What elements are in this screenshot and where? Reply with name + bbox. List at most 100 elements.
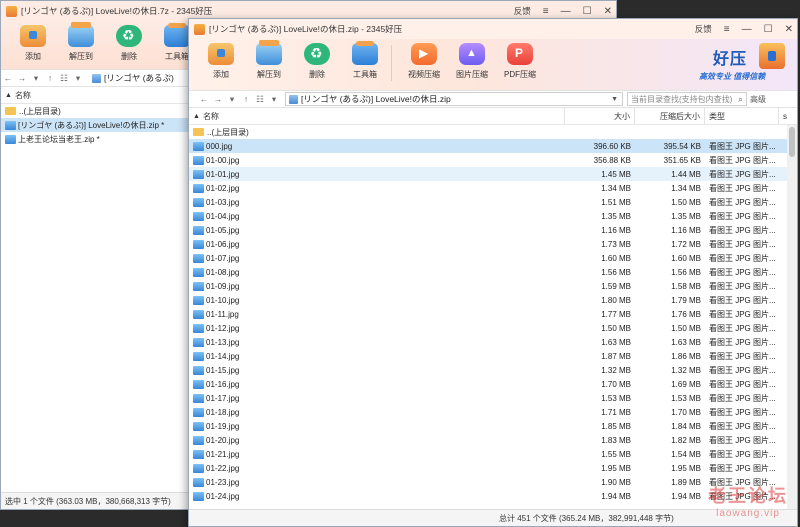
file-size: 1.16 MB xyxy=(601,225,631,235)
delete-button[interactable]: 删除 xyxy=(105,21,153,62)
table-row[interactable]: 01-09.jpg 1.59 MB 1.58 MB 看图王 JPG 图片... xyxy=(189,279,797,293)
jpg-file-icon xyxy=(193,169,204,179)
table-row[interactable]: 01-24.jpg 1.94 MB 1.94 MB 看图王 JPG 图片... xyxy=(189,489,797,503)
menu-icon[interactable]: ≡ xyxy=(543,6,549,17)
extract-button[interactable]: 解压到 xyxy=(245,39,293,80)
table-row[interactable]: 01-19.jpg 1.85 MB 1.84 MB 看图王 JPG 图片... xyxy=(189,419,797,433)
brand-logo: 好压 高效专业 值得信赖 xyxy=(699,43,787,85)
table-row[interactable]: 01-22.jpg 1.95 MB 1.95 MB 看图王 JPG 图片... xyxy=(189,461,797,475)
overflow-column-header[interactable]: s xyxy=(779,108,791,124)
table-row[interactable]: 01-12.jpg 1.50 MB 1.50 MB 看图王 JPG 图片... xyxy=(189,321,797,335)
jpg-file-icon xyxy=(193,183,204,193)
name-column-header[interactable]: ▲ 名称 xyxy=(189,108,565,124)
toolbox-icon xyxy=(164,23,190,47)
file-name: 01-22.jpg xyxy=(206,463,240,473)
table-row[interactable]: 000.jpg 396.60 KB 395.54 KB 看图王 JPG 图片... xyxy=(189,139,797,153)
file-size: 1.50 MB xyxy=(601,323,631,333)
close-icon[interactable]: ✕ xyxy=(604,6,612,17)
table-row[interactable]: 01-23.jpg 1.90 MB 1.89 MB 看图王 JPG 图片... xyxy=(189,475,797,489)
vertical-scrollbar[interactable] xyxy=(787,125,797,510)
file-compressed-size: 1.94 MB xyxy=(671,491,701,501)
type-column-header[interactable]: 类型 xyxy=(705,108,779,124)
minimize-icon[interactable]: — xyxy=(742,24,752,35)
back-window-title: [リンゴヤ (あるぷ)] LoveLive!の休日.7z - 2345好压 xyxy=(21,6,213,16)
file-name: 01-21.jpg xyxy=(206,449,240,459)
forward-arrow-icon[interactable]: → xyxy=(15,73,29,83)
extract-button[interactable]: 解压到 xyxy=(57,21,105,62)
maximize-icon[interactable]: ☐ xyxy=(764,24,773,35)
table-row[interactable]: 01-18.jpg 1.71 MB 1.70 MB 看图王 JPG 图片... xyxy=(189,405,797,419)
table-row[interactable]: 01-04.jpg 1.35 MB 1.35 MB 看图王 JPG 图片... xyxy=(189,209,797,223)
name-column-header[interactable]: ▲ 名称 xyxy=(1,87,187,103)
file-name: 01-07.jpg xyxy=(206,253,240,263)
maximize-icon[interactable]: ☐ xyxy=(583,6,592,17)
table-row[interactable]: 01-16.jpg 1.70 MB 1.69 MB 看图王 JPG 图片... xyxy=(189,377,797,391)
menu-icon[interactable]: ≡ xyxy=(724,24,730,35)
feedback-button[interactable]: 反馈 xyxy=(695,23,712,35)
view-dropdown-icon[interactable]: ▾ xyxy=(267,94,281,105)
file-name: 01-06.jpg xyxy=(206,239,240,249)
up-arrow-icon[interactable]: ↑ xyxy=(43,73,57,83)
table-row[interactable]: 01-17.jpg 1.53 MB 1.53 MB 看图王 JPG 图片... xyxy=(189,391,797,405)
table-row[interactable]: 01-07.jpg 1.60 MB 1.60 MB 看图王 JPG 图片... xyxy=(189,251,797,265)
file-name: 01-18.jpg xyxy=(206,407,240,417)
file-name: 01-08.jpg xyxy=(206,267,240,277)
compressed-size-column-header[interactable]: 压缩后大小 xyxy=(635,108,705,124)
toolbox-button[interactable]: 工具箱 xyxy=(341,39,389,80)
minimize-icon[interactable]: — xyxy=(561,6,571,17)
jpg-file-icon xyxy=(193,141,204,151)
delete-button[interactable]: 删除 xyxy=(293,39,341,80)
file-name: 01-13.jpg xyxy=(206,337,240,347)
table-row[interactable]: 01-20.jpg 1.83 MB 1.82 MB 看图王 JPG 图片... xyxy=(189,433,797,447)
feedback-button[interactable]: 反馈 xyxy=(514,5,531,17)
table-row[interactable]: 01-01.jpg 1.45 MB 1.44 MB 看图王 JPG 图片... xyxy=(189,167,797,181)
close-icon[interactable]: ✕ xyxy=(785,24,793,35)
table-row[interactable]: 01-08.jpg 1.56 MB 1.56 MB 看图王 JPG 图片... xyxy=(189,265,797,279)
jpg-file-icon xyxy=(193,407,204,417)
table-row[interactable]: 01-21.jpg 1.55 MB 1.54 MB 看图王 JPG 图片... xyxy=(189,447,797,461)
table-row[interactable]: 01-13.jpg 1.63 MB 1.63 MB 看图王 JPG 图片... xyxy=(189,335,797,349)
table-row[interactable]: 01-15.jpg 1.32 MB 1.32 MB 看图王 JPG 图片... xyxy=(189,363,797,377)
pdf-compress-button[interactable]: PDF压缩 xyxy=(496,39,544,80)
size-column-header[interactable]: 大小 xyxy=(565,108,635,124)
add-button[interactable]: 添加 xyxy=(9,21,57,62)
file-size: 1.83 MB xyxy=(601,435,631,445)
file-name: 01-12.jpg xyxy=(206,323,240,333)
file-name: 01-11.jpg xyxy=(206,309,239,319)
up-arrow-icon[interactable]: ↑ xyxy=(239,94,253,104)
view-mode-icon[interactable]: ☷ xyxy=(253,94,267,105)
table-row[interactable]: 01-14.jpg 1.87 MB 1.86 MB 看图王 JPG 图片... xyxy=(189,349,797,363)
add-button[interactable]: 添加 xyxy=(197,39,245,80)
file-size: 1.59 MB xyxy=(601,281,631,291)
history-dropdown-icon[interactable]: ▾ xyxy=(225,94,239,105)
table-row[interactable]: 01-11.jpg 1.77 MB 1.76 MB 看图王 JPG 图片... xyxy=(189,307,797,321)
table-row[interactable]: 01-03.jpg 1.51 MB 1.50 MB 看图王 JPG 图片... xyxy=(189,195,797,209)
image-compress-button[interactable]: 图片压缩 xyxy=(448,39,496,80)
table-row[interactable]: 01-05.jpg 1.16 MB 1.16 MB 看图王 JPG 图片... xyxy=(189,223,797,237)
dropdown-icon[interactable]: ▾ xyxy=(29,73,43,84)
back-arrow-icon[interactable]: ← xyxy=(1,73,15,83)
table-row[interactable]: 01-06.jpg 1.73 MB 1.72 MB 看图王 JPG 图片... xyxy=(189,237,797,251)
path-dropdown-icon[interactable]: ▼ xyxy=(611,96,618,103)
back-arrow-icon[interactable]: ← xyxy=(197,94,211,104)
forward-arrow-icon[interactable]: → xyxy=(211,94,225,104)
file-type: 看图王 JPG 图片... xyxy=(709,449,776,459)
file-type: 看图王 JPG 图片... xyxy=(709,169,776,179)
view-mode-icon[interactable]: ☷ xyxy=(57,73,71,84)
search-icon[interactable]: ⌕ xyxy=(738,94,743,105)
scrollbar-thumb[interactable] xyxy=(789,127,795,157)
table-row[interactable]: 01-00.jpg 356.88 KB 351.65 KB 看图王 JPG 图片... xyxy=(189,153,797,167)
search-input[interactable]: 当前目录查找(支持包内查找) ⌕ xyxy=(627,92,747,106)
path-field[interactable]: [リンゴヤ (あるぷ)] LoveLive!の休日.zip ▼ xyxy=(285,92,623,106)
file-size: 1.60 MB xyxy=(601,253,631,263)
file-type: 看图王 JPG 图片... xyxy=(709,211,776,221)
view-dropdown-icon[interactable]: ▾ xyxy=(71,73,85,84)
table-row[interactable]: 01-10.jpg 1.80 MB 1.79 MB 看图王 JPG 图片... xyxy=(189,293,797,307)
file-compressed-size: 1.60 MB xyxy=(671,253,701,263)
advanced-search-button[interactable]: 高级 xyxy=(747,94,769,105)
jpg-file-icon xyxy=(193,435,204,445)
parent-directory-row[interactable]: ..(上层目录) xyxy=(189,125,797,139)
table-row[interactable]: 01-02.jpg 1.34 MB 1.34 MB 看图王 JPG 图片... xyxy=(189,181,797,195)
jpg-file-icon xyxy=(193,337,204,347)
video-compress-button[interactable]: 视频压缩 xyxy=(400,39,448,80)
